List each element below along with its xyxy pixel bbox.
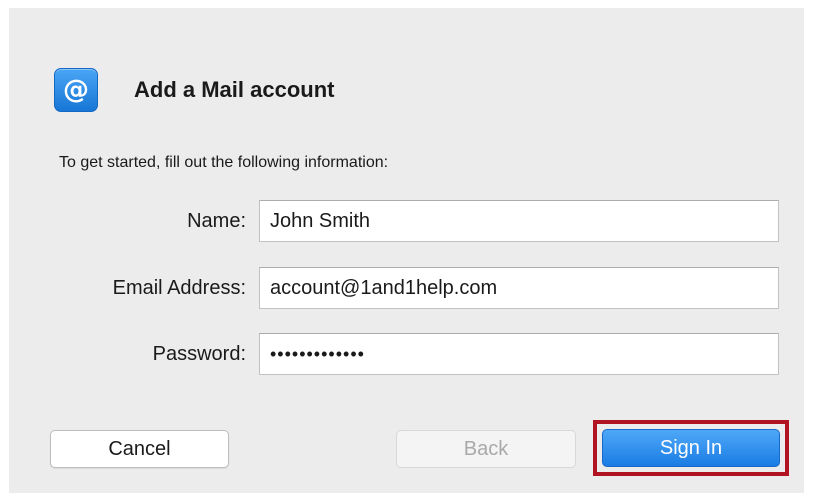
name-row: Name: John Smith — [9, 200, 804, 242]
password-row: Password: ••••••••••••• — [9, 333, 804, 375]
name-label: Name: — [187, 210, 246, 232]
email-field[interactable]: account@1and1help.com — [259, 267, 779, 309]
back-button[interactable]: Back — [396, 430, 576, 468]
intro-text: To get started, fill out the following i… — [59, 154, 389, 171]
dialog-header: @ Add a Mail account — [54, 68, 334, 112]
email-row: Email Address: account@1and1help.com — [9, 267, 804, 309]
at-sign-icon: @ — [54, 68, 98, 112]
add-mail-account-dialog: @ Add a Mail account To get started, fil… — [9, 8, 804, 493]
dialog-title: Add a Mail account — [134, 77, 335, 102]
cancel-button[interactable]: Cancel — [50, 430, 229, 468]
password-field[interactable]: ••••••••••••• — [259, 333, 779, 375]
name-field[interactable]: John Smith — [259, 200, 779, 242]
password-label: Password: — [152, 343, 246, 365]
email-label: Email Address: — [112, 277, 246, 299]
sign-in-button[interactable]: Sign In — [602, 429, 780, 467]
